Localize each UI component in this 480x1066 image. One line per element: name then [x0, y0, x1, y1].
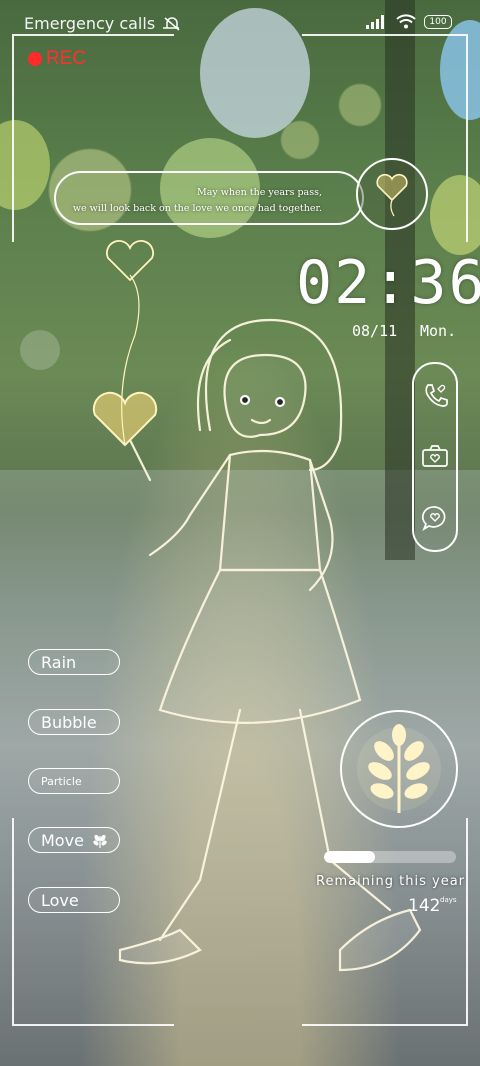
camera-icon[interactable]	[421, 444, 449, 468]
battery-icon: 100	[424, 14, 452, 29]
signal-icon	[366, 14, 384, 29]
emergency-calls-text: Emergency calls	[24, 14, 156, 33]
quote-line-1: May when the years pass,	[197, 187, 322, 198]
clock-date: 08/11	[352, 322, 398, 340]
love-button-label: Love	[41, 890, 79, 910]
love-button[interactable]: Love	[28, 887, 120, 913]
bubble-button[interactable]: Bubble	[28, 709, 120, 735]
bubble-button-label: Bubble	[41, 712, 97, 732]
clock-weekday: Mon.	[420, 322, 457, 340]
status-bar-right: 100	[366, 14, 452, 29]
particle-button-label: Particle	[41, 774, 82, 788]
phone-icon[interactable]	[422, 382, 448, 408]
leaf-widget-button[interactable]	[340, 710, 458, 828]
year-progress-fill	[324, 851, 376, 863]
frame-corner-bottom-right	[302, 818, 468, 1026]
quote-widget[interactable]: May when the years pass, we will look ba…	[54, 171, 364, 225]
clock-time: 02:36	[296, 248, 480, 318]
message-heart-icon[interactable]	[421, 504, 449, 532]
background-balloon	[200, 8, 310, 138]
heart-balloon-button[interactable]	[356, 158, 428, 230]
status-bar-left: Emergency calls	[24, 14, 181, 33]
leaf-icon	[93, 834, 107, 848]
move-button[interactable]: Move	[28, 827, 120, 853]
mute-icon	[163, 16, 180, 31]
plant-icon	[357, 724, 441, 813]
rec-indicator: REC	[28, 48, 86, 70]
background-bokeh	[20, 330, 60, 370]
move-button-label: Move	[41, 830, 84, 850]
remaining-days-count: 142	[408, 896, 441, 916]
wifi-icon	[396, 14, 416, 29]
rain-button[interactable]: Rain	[28, 649, 120, 675]
quick-launch-dock	[412, 362, 458, 552]
heart-balloon-icon	[376, 173, 408, 217]
remaining-label: Remaining this year	[316, 874, 466, 889]
particle-button[interactable]: Particle	[28, 768, 120, 794]
rec-label: REC	[46, 48, 87, 69]
rain-button-label: Rain	[41, 652, 77, 672]
remaining-days-unit: days	[440, 896, 457, 904]
quote-line-2: we will look back on the love we once ha…	[72, 203, 322, 214]
year-progress-bar	[324, 851, 456, 863]
rec-dot-icon	[28, 52, 42, 66]
